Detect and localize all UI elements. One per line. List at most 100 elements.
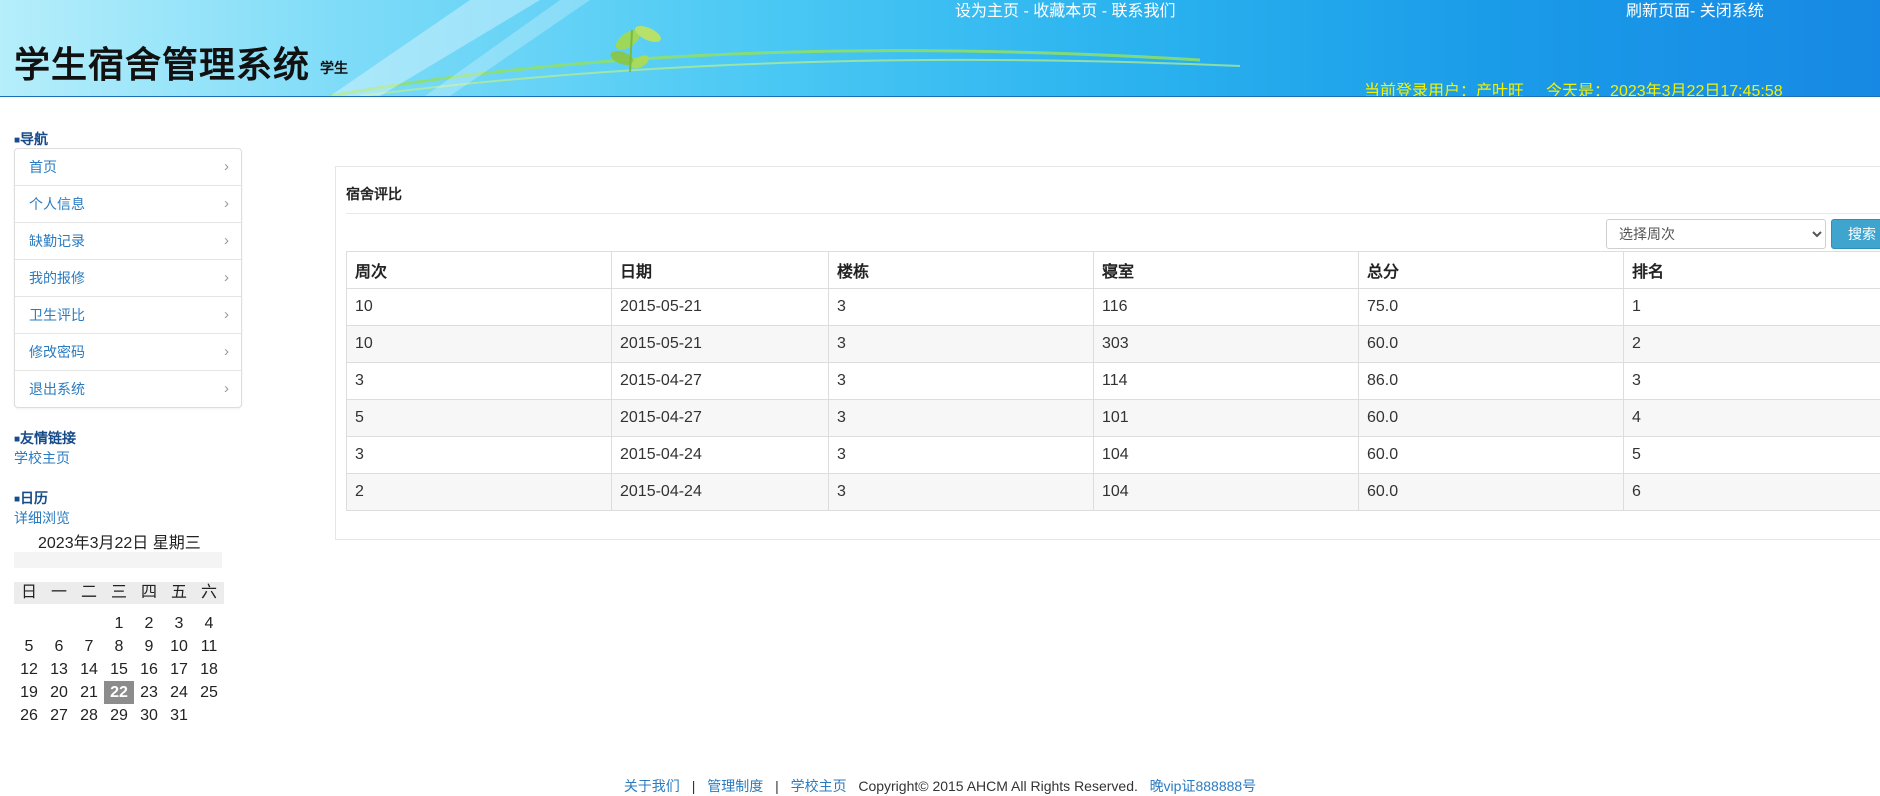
cell-score: 60.0 (1358, 325, 1624, 363)
contact-link[interactable]: 联系我们 (1111, 3, 1175, 20)
nav-item-absence[interactable]: 缺勤记录 › (15, 223, 241, 260)
calendar-day[interactable]: 24 (164, 681, 194, 704)
chevron-right-icon: › (224, 158, 229, 175)
calendar-day[interactable]: 19 (14, 681, 44, 704)
about-us-link[interactable]: 关于我们 (624, 778, 680, 794)
calendar-day[interactable]: 6 (44, 635, 74, 658)
copyright-text: Copyright© 2015 AHCM All Rights Reserved… (858, 778, 1138, 794)
calendar-day[interactable]: 27 (44, 704, 74, 727)
cell-score: 60.0 (1358, 473, 1624, 511)
user-info: 当前登录用户：产叶旺 今天是：2023年3月22日17:45:58 (1364, 77, 1783, 97)
nav-item-logout[interactable]: 退出系统 › (15, 371, 241, 407)
refresh-page-link[interactable]: 刷新页面 (1626, 3, 1690, 20)
calendar-day[interactable]: 8 (104, 635, 134, 658)
calendar-day[interactable]: 4 (194, 612, 224, 635)
cell-week: 3 (346, 436, 612, 474)
bookmark-link[interactable]: 收藏本页 (1033, 3, 1097, 20)
nav-heading: ■导航 (14, 131, 49, 147)
chevron-right-icon: › (224, 195, 229, 212)
calendar-day[interactable]: 12 (14, 658, 44, 681)
current-user-name: 产叶旺 (1476, 83, 1525, 97)
cell-week: 2 (346, 473, 612, 511)
close-system-link[interactable]: 关闭系统 (1700, 3, 1764, 20)
rules-link[interactable]: 管理制度 (707, 778, 763, 794)
calendar-day[interactable]: 15 (104, 658, 134, 681)
calendar-day[interactable]: 13 (44, 658, 74, 681)
calendar-day[interactable]: 9 (134, 635, 164, 658)
week-select[interactable]: 选择周次 (1606, 219, 1826, 249)
nav-item-repairs[interactable]: 我的报修 › (15, 260, 241, 297)
calendar-day[interactable]: 28 (74, 704, 104, 727)
calendar-day[interactable]: 17 (164, 658, 194, 681)
calendar-weekday: 日 (20, 584, 37, 601)
cell-room: 101 (1093, 399, 1359, 437)
calendar-title: 2023年3月22日 星期三 (38, 535, 201, 552)
calendar-day[interactable]: 3 (164, 612, 194, 635)
calendar-day[interactable]: 23 (134, 681, 164, 704)
calendar-day[interactable]: 5 (14, 635, 44, 658)
calendar-grid: 日一二三四五六 1 2 3 4 5 6 7 8 9 10 11 12 13 14 15 16 17 18 19 20 21… (14, 582, 224, 727)
chevron-right-icon: › (224, 380, 229, 397)
cell-week: 10 (346, 288, 612, 326)
calendar-week-row: 26 27 28 29 30 31 (14, 704, 224, 727)
calendar-weekday: 六 (200, 584, 217, 601)
calendar-day[interactable]: 20 (44, 681, 74, 704)
calendar-week-row: 5 6 7 8 9 10 11 (14, 635, 224, 658)
cell-score: 60.0 (1358, 436, 1624, 474)
chevron-right-icon: › (224, 343, 229, 360)
top-links-separator: - (1097, 3, 1112, 20)
calendar-week-row: 19 20 21 22 23 24 25 (14, 681, 224, 704)
calendar-detail-link[interactable]: 详细浏览 (14, 508, 70, 528)
calendar-day[interactable]: 11 (194, 635, 224, 658)
cell-week: 5 (346, 399, 612, 437)
calendar-day[interactable]: 16 (134, 658, 164, 681)
footer-divider: | (775, 778, 779, 794)
column-header-rank: 排名 (1623, 251, 1880, 289)
chevron-right-icon: › (224, 232, 229, 249)
calendar-day[interactable]: 29 (104, 704, 134, 727)
calendar-weekday: 一 (50, 584, 67, 601)
calendar-day[interactable]: 31 (164, 704, 194, 727)
calendar-day[interactable]: 14 (74, 658, 104, 681)
links-heading: ■友情链接 (14, 430, 77, 446)
search-button[interactable]: 搜索 (1831, 219, 1880, 249)
calendar-day[interactable]: 18 (194, 658, 224, 681)
calendar-day[interactable]: 1 (104, 612, 134, 635)
calendar-day (14, 612, 44, 635)
nav-item-hygiene[interactable]: 卫生评比 › (15, 297, 241, 334)
license-link[interactable]: 晚vip证888888号 (1150, 778, 1257, 794)
header-banner: 学生宿舍管理系统 学生 设为主页 - 收藏本页 - 联系我们 刷新页面- 关闭系… (0, 0, 1880, 97)
chevron-right-icon: › (224, 306, 229, 323)
calendar-day[interactable]: 21 (74, 681, 104, 704)
calendar-day[interactable]: 26 (14, 704, 44, 727)
rating-table: 周次 日期 楼栋 寝室 总分 排名 10 2015-05-21 3 116 75.0 1 1… (346, 251, 1880, 511)
column-header-room: 寝室 (1093, 251, 1359, 289)
nav-item-profile[interactable]: 个人信息 › (15, 186, 241, 223)
calendar-week-row: 12 13 14 15 16 17 18 (14, 658, 224, 681)
nav-item-home[interactable]: 首页 › (15, 149, 241, 186)
cell-date: 2015-04-24 (611, 436, 829, 474)
calendar-day[interactable]: 2 (134, 612, 164, 635)
footer-school-link[interactable]: 学校主页 (791, 778, 847, 794)
user-role: 学生 (320, 60, 348, 76)
calendar-day[interactable]: 7 (74, 635, 104, 658)
system-links: 刷新页面- 关闭系统 (1626, 0, 1764, 21)
top-links-separator: - (1019, 3, 1034, 20)
calendar-day[interactable]: 10 (164, 635, 194, 658)
cell-rank: 5 (1623, 436, 1880, 474)
calendar-day[interactable]: 25 (194, 681, 224, 704)
cell-score: 60.0 (1358, 399, 1624, 437)
cell-room: 114 (1093, 362, 1359, 400)
cell-rank: 6 (1623, 473, 1880, 511)
cell-building: 3 (828, 325, 1094, 363)
nav-item-password[interactable]: 修改密码 › (15, 334, 241, 371)
school-home-link[interactable]: 学校主页 (14, 448, 70, 468)
calendar-today[interactable]: 22 (104, 681, 134, 704)
cell-week: 3 (346, 362, 612, 400)
top-links: 设为主页 - 收藏本页 - 联系我们 (955, 0, 1175, 21)
cell-building: 3 (828, 399, 1094, 437)
calendar-day[interactable]: 30 (134, 704, 164, 727)
table-row: 10 2015-05-21 3 116 75.0 1 (346, 288, 1880, 326)
set-home-link[interactable]: 设为主页 (955, 3, 1019, 20)
calendar-week-row: 1234 (14, 612, 224, 635)
